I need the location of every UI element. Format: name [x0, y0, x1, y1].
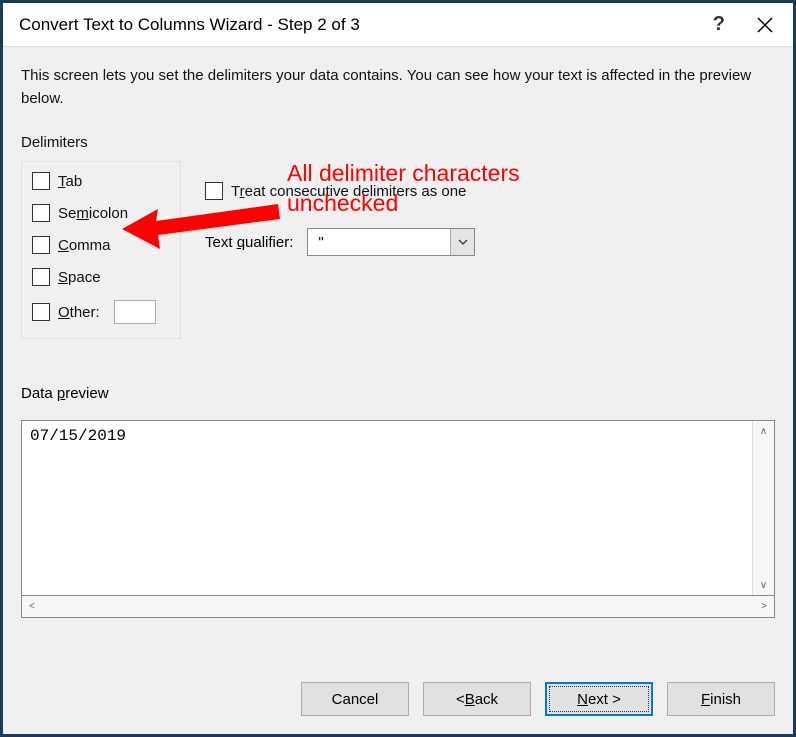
options-row: Delimiters Tab Semicolon Comma [21, 134, 775, 339]
close-icon [756, 16, 774, 34]
preview-label: Data preview [21, 385, 775, 402]
tab-label: Tab [58, 173, 82, 190]
semicolon-label: Semicolon [58, 205, 128, 222]
back-button[interactable]: < Back [423, 682, 531, 716]
preview-box: 07/15/2019 ∧ ∨ [21, 420, 775, 596]
other-checkbox[interactable] [32, 303, 50, 321]
delimiters-label: Delimiters [21, 134, 181, 151]
hscroll-track[interactable] [42, 596, 754, 617]
preview-section: Data preview 07/15/2019 ∧ ∨ < > [21, 385, 775, 618]
treat-consecutive-row: Treat consecutive delimiters as one [205, 182, 775, 200]
preview-horizontal-scrollbar[interactable]: < > [21, 596, 775, 618]
delimiters-group: Delimiters Tab Semicolon Comma [21, 134, 181, 339]
right-options: Treat consecutive delimiters as one Text… [205, 134, 775, 339]
other-input[interactable] [114, 300, 156, 324]
tab-checkbox[interactable] [32, 172, 50, 190]
close-button[interactable] [753, 13, 777, 37]
preview-vertical-scrollbar[interactable]: ∧ ∨ [752, 421, 774, 595]
delimiters-box: Tab Semicolon Comma Space [21, 161, 181, 339]
scroll-right-icon[interactable]: > [754, 596, 774, 617]
description-text: This screen lets you set the delimiters … [21, 65, 775, 110]
comma-checkbox[interactable] [32, 236, 50, 254]
button-row: Cancel < Back Next > Finish [3, 664, 793, 734]
chevron-down-icon [450, 229, 474, 255]
other-checkbox-row: Other: [32, 300, 170, 324]
preview-text: 07/15/2019 [22, 421, 752, 595]
titlebar: Convert Text to Columns Wizard - Step 2 … [3, 3, 793, 47]
qualifier-select[interactable]: " [307, 228, 475, 256]
scroll-down-icon[interactable]: ∨ [753, 575, 774, 595]
space-checkbox[interactable] [32, 268, 50, 286]
comma-label: Comma [58, 237, 111, 254]
space-label: Space [58, 269, 101, 286]
qualifier-label: Text qualifier: [205, 234, 293, 251]
dialog-title: Convert Text to Columns Wizard - Step 2 … [19, 15, 713, 35]
dialog-content: This screen lets you set the delimiters … [3, 47, 793, 664]
semicolon-checkbox[interactable] [32, 204, 50, 222]
tab-checkbox-row: Tab [32, 172, 170, 190]
scroll-left-icon[interactable]: < [22, 596, 42, 617]
help-button[interactable]: ? [713, 13, 725, 36]
qualifier-row: Text qualifier: " [205, 228, 775, 256]
comma-checkbox-row: Comma [32, 236, 170, 254]
next-button[interactable]: Next > [545, 682, 653, 716]
space-checkbox-row: Space [32, 268, 170, 286]
semicolon-checkbox-row: Semicolon [32, 204, 170, 222]
other-label: Other: [58, 304, 100, 321]
finish-button[interactable]: Finish [667, 682, 775, 716]
scroll-up-icon[interactable]: ∧ [753, 421, 774, 441]
scroll-track[interactable] [753, 441, 774, 575]
wizard-dialog: Convert Text to Columns Wizard - Step 2 … [3, 3, 793, 734]
cancel-button[interactable]: Cancel [301, 682, 409, 716]
treat-consecutive-label: Treat consecutive delimiters as one [231, 183, 466, 200]
treat-consecutive-checkbox[interactable] [205, 182, 223, 200]
qualifier-value: " [308, 234, 450, 251]
